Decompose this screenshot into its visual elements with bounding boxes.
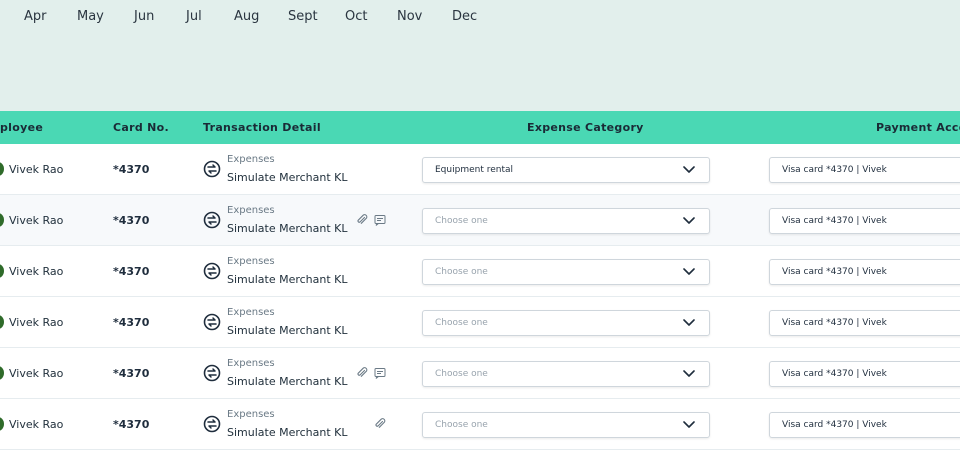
payment-account-value: Visa card *4370 | Vivek (782, 420, 887, 430)
avatar (0, 264, 4, 278)
transaction-type: Expenses (227, 307, 275, 318)
month-label: Dec (452, 9, 478, 24)
month-label: Sept (288, 9, 318, 24)
chevron-down-icon (683, 370, 695, 377)
avatar (0, 315, 4, 329)
chevron-down-icon (683, 217, 695, 224)
table-row[interactable]: Vivek Rao *4370 Expenses Simulate Mercha… (0, 246, 960, 297)
table-row[interactable]: Vivek Rao *4370 Expenses Simulate Mercha… (0, 144, 960, 195)
transaction-type: Expenses (227, 409, 275, 420)
payment-account-select[interactable]: Visa card *4370 | Vivek (769, 412, 960, 438)
card-number: *4370 (113, 163, 150, 176)
table-row[interactable]: Vivek Rao *4370 Expenses Simulate Mercha… (0, 297, 960, 348)
timeline-panel: Apr May Jun Jul Aug Sept Oct Nov Dec (0, 0, 960, 111)
card-number: *4370 (113, 265, 150, 278)
chevron-down-icon (683, 166, 695, 173)
avatar (0, 366, 4, 380)
table-row[interactable]: Vivek Rao *4370 Expenses Simulate Mercha… (0, 399, 960, 450)
column-header-card-no[interactable]: Card No. (113, 121, 169, 134)
avatar (0, 417, 4, 431)
expense-category-select[interactable]: Choose one (422, 361, 710, 387)
expense-category-select[interactable]: Equipment rental (422, 157, 710, 183)
month-label: Apr (24, 9, 47, 24)
exchange-icon (203, 160, 221, 178)
card-number: *4370 (113, 418, 150, 431)
employee-name: Vivek Rao (9, 316, 64, 329)
transaction-type: Expenses (227, 154, 275, 165)
exchange-icon (203, 313, 221, 331)
table-row[interactable]: Vivek Rao *4370 Expenses Simulate Mercha… (0, 348, 960, 399)
merchant-name: Simulate Merchant KL (227, 324, 348, 337)
merchant-name: Simulate Merchant KL (227, 171, 348, 184)
payment-account-value: Visa card *4370 | Vivek (782, 267, 887, 277)
payment-account-select[interactable]: Visa card *4370 | Vivek (769, 259, 960, 285)
exchange-icon (203, 415, 221, 433)
month-label: Oct (345, 9, 368, 24)
card-number: *4370 (113, 214, 150, 227)
transaction-type: Expenses (227, 205, 275, 216)
employee-name: Vivek Rao (9, 418, 64, 431)
month-label: Aug (234, 9, 260, 24)
table-row[interactable]: Vivek Rao *4370 Expenses Simulate Mercha… (0, 195, 960, 246)
expense-category-select[interactable]: Choose one (422, 259, 710, 285)
expense-category-value: Equipment rental (435, 165, 514, 175)
month-label: Jul (186, 9, 202, 24)
card-number: *4370 (113, 316, 150, 329)
column-header-payment-account[interactable]: Payment Accou (876, 121, 960, 134)
month-label: Jun (134, 9, 155, 24)
expense-category-placeholder: Choose one (435, 267, 488, 277)
payment-account-value: Visa card *4370 | Vivek (782, 165, 887, 175)
merchant-name: Simulate Merchant KL (227, 375, 348, 388)
payment-account-select[interactable]: Visa card *4370 | Vivek (769, 361, 960, 387)
paperclip-icon[interactable] (356, 367, 368, 379)
exchange-icon (203, 364, 221, 382)
employee-name: Vivek Rao (9, 214, 64, 227)
employee-name: Vivek Rao (9, 265, 64, 278)
avatar (0, 162, 4, 176)
expense-category-placeholder: Choose one (435, 420, 488, 430)
exchange-icon (203, 211, 221, 229)
note-icon[interactable] (374, 367, 386, 379)
payment-account-select[interactable]: Visa card *4370 | Vivek (769, 310, 960, 336)
merchant-name: Simulate Merchant KL (227, 273, 348, 286)
transaction-type: Expenses (227, 256, 275, 267)
chevron-down-icon (683, 421, 695, 428)
employee-name: Vivek Rao (9, 367, 64, 380)
table-header: ployee Card No. Transaction Detail Expen… (0, 111, 960, 144)
avatar (0, 213, 4, 227)
transaction-type: Expenses (227, 358, 275, 369)
expense-category-select[interactable]: Choose one (422, 310, 710, 336)
payment-account-value: Visa card *4370 | Vivek (782, 369, 887, 379)
employee-name: Vivek Rao (9, 163, 64, 176)
expense-category-select[interactable]: Choose one (422, 412, 710, 438)
paperclip-icon[interactable] (374, 418, 386, 430)
payment-account-value: Visa card *4370 | Vivek (782, 216, 887, 226)
payment-account-select[interactable]: Visa card *4370 | Vivek (769, 157, 960, 183)
card-number: *4370 (113, 367, 150, 380)
column-header-transaction-detail[interactable]: Transaction Detail (203, 121, 321, 134)
month-label: May (77, 9, 104, 24)
note-icon[interactable] (374, 214, 386, 226)
exchange-icon (203, 262, 221, 280)
month-label: Nov (397, 9, 423, 24)
chevron-down-icon (683, 319, 695, 326)
merchant-name: Simulate Merchant KL (227, 222, 348, 235)
paperclip-icon[interactable] (356, 214, 368, 226)
payment-account-value: Visa card *4370 | Vivek (782, 318, 887, 328)
expense-category-placeholder: Choose one (435, 369, 488, 379)
payment-account-select[interactable]: Visa card *4370 | Vivek (769, 208, 960, 234)
expense-category-placeholder: Choose one (435, 216, 488, 226)
column-header-expense-category[interactable]: Expense Category (527, 121, 644, 134)
expense-category-select[interactable]: Choose one (422, 208, 710, 234)
expense-category-placeholder: Choose one (435, 318, 488, 328)
column-header-employee[interactable]: ployee (0, 121, 43, 134)
chevron-down-icon (683, 268, 695, 275)
merchant-name: Simulate Merchant KL (227, 426, 348, 439)
